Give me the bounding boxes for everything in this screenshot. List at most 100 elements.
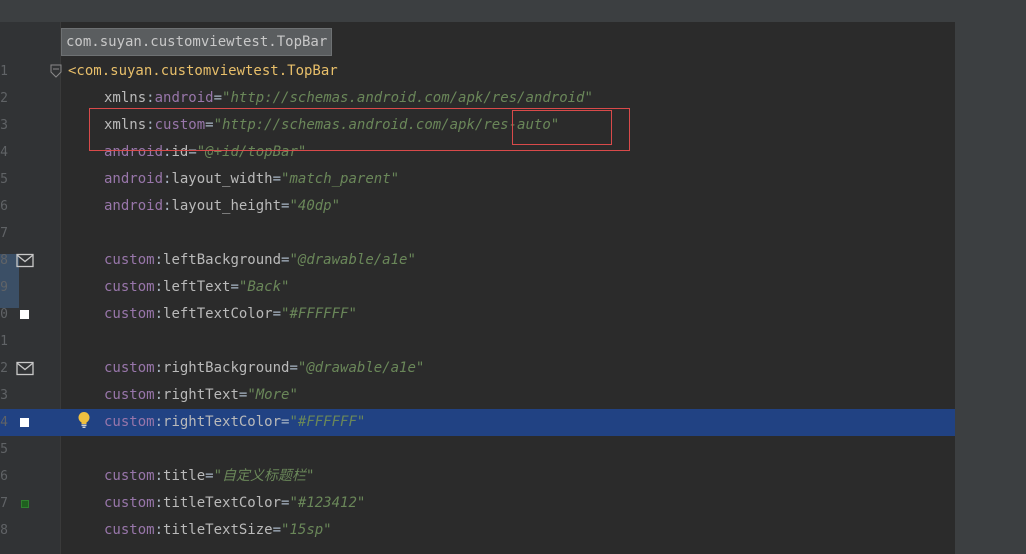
code-text: custom:rightTextColor="#FFFFFF": [104, 409, 365, 436]
title-bar: [0, 0, 1026, 22]
line-number: 8: [0, 253, 8, 268]
code-token: "自定义标题栏": [213, 468, 315, 484]
code-token: android: [104, 198, 164, 214]
code-token: android: [154, 90, 214, 106]
code-line[interactable]: 0 custom:leftTextColor="#FFFFFF": [0, 301, 955, 328]
code-token: "15sp": [281, 522, 332, 538]
line-number: 8: [0, 523, 8, 538]
code-token: =: [205, 468, 214, 484]
code-line[interactable]: 1 <com.suyan.customviewtest.TopBar: [0, 58, 955, 85]
code-token: custom: [104, 279, 155, 295]
right-panel-background: [955, 22, 1026, 554]
annotation-box-inner: [512, 110, 612, 145]
code-text: android:layout_height="40dp": [104, 193, 340, 220]
code-token: custom: [104, 360, 155, 376]
code-token: xmlns: [104, 90, 147, 106]
line-number: 3: [0, 388, 8, 403]
envelope-icon[interactable]: [16, 361, 34, 376]
code-token: custom: [104, 252, 155, 268]
code-token: :: [154, 252, 164, 268]
code-token: titleTextColor: [163, 495, 282, 511]
code-token: custom: [104, 414, 155, 430]
code-token: =: [289, 360, 298, 376]
code-token: :: [154, 279, 164, 295]
code-token: "@drawable/a1e": [289, 252, 416, 268]
code-line-current[interactable]: 4 custom:rightTextColor="#FFFFFF": [0, 409, 955, 436]
fold-toggle-icon[interactable]: [50, 64, 62, 78]
code-token: =: [213, 90, 223, 106]
line-number: 6: [0, 469, 8, 484]
code-token: rightTextColor: [163, 414, 282, 430]
code-text: <com.suyan.customviewtest.TopBar: [68, 58, 338, 85]
code-token: custom: [104, 495, 155, 511]
code-token: "#FFFFFF": [281, 306, 357, 322]
code-token: :: [154, 387, 164, 403]
code-token: "More": [247, 387, 298, 403]
line-number: 5: [0, 442, 8, 457]
code-token: "http://schemas.android.com/apk/res/andr…: [222, 90, 593, 106]
envelope-icon[interactable]: [16, 253, 34, 268]
code-line[interactable]: 9 custom:leftText="Back": [0, 274, 955, 301]
code-line[interactable]: 7: [0, 220, 955, 247]
color-swatch-icon[interactable]: [21, 500, 29, 508]
code-token: custom: [104, 306, 155, 322]
code-line[interactable]: 5: [0, 436, 955, 463]
line-number: 4: [0, 415, 8, 430]
code-token: =: [272, 522, 282, 538]
line-number: 9: [0, 280, 8, 295]
code-token: :: [154, 306, 164, 322]
code-token: "@drawable/a1e": [297, 360, 425, 376]
code-token: "#FFFFFF": [289, 414, 366, 430]
breadcrumb-label: com.suyan.customviewtest.TopBar: [66, 34, 328, 50]
code-editor[interactable]: 1 <com.suyan.customviewtest.TopBar 2 xmlns:…: [0, 22, 955, 554]
line-number: 3: [0, 118, 8, 133]
line-number: 7: [0, 496, 8, 511]
code-text: custom:leftBackground="@drawable/a1e": [104, 247, 416, 274]
code-token: custom: [104, 387, 155, 403]
code-line[interactable]: 7 custom:titleTextColor="#123412": [0, 490, 955, 517]
code-token: "#123412": [289, 495, 366, 511]
line-number: 4: [0, 145, 8, 160]
code-line[interactable]: 2 custom:rightBackground="@drawable/a1e": [0, 355, 955, 382]
code-token: custom: [104, 522, 155, 538]
code-line[interactable]: 6 android:layout_height="40dp": [0, 193, 955, 220]
color-swatch-icon[interactable]: [20, 310, 29, 319]
code-token: <com.suyan.customviewtest.TopBar: [68, 63, 338, 79]
code-token: :: [154, 360, 164, 376]
code-token: "Back": [238, 279, 290, 295]
code-text: custom:rightBackground="@drawable/a1e": [104, 355, 424, 382]
code-text: custom:rightText="More": [104, 382, 298, 409]
code-token: =: [272, 306, 282, 322]
color-swatch-icon[interactable]: [20, 418, 29, 427]
line-number: 7: [0, 226, 8, 241]
code-line[interactable]: 3 custom:rightText="More": [0, 382, 955, 409]
code-token: custom: [104, 468, 155, 484]
line-number: 2: [0, 91, 8, 106]
code-token: layout_height: [171, 198, 282, 214]
line-number: 1: [0, 64, 8, 79]
lightbulb-icon[interactable]: [77, 411, 91, 429]
code-text: custom:titleTextSize="15sp": [104, 517, 332, 544]
code-token: "match_parent": [281, 171, 400, 187]
code-token: :: [154, 468, 164, 484]
code-token: leftTextColor: [163, 306, 273, 322]
code-line[interactable]: 8 custom:leftBackground="@drawable/a1e": [0, 247, 955, 274]
code-token: rightBackground: [163, 360, 290, 376]
code-token: android: [104, 171, 164, 187]
line-number: 2: [0, 361, 8, 376]
line-number: 5: [0, 172, 8, 187]
code-token: =: [230, 279, 239, 295]
code-text: custom:leftTextColor="#FFFFFF": [104, 301, 357, 328]
breadcrumb[interactable]: com.suyan.customviewtest.TopBar: [61, 28, 333, 56]
code-token: =: [272, 171, 282, 187]
code-text: custom:title="自定义标题栏": [104, 463, 314, 490]
code-line[interactable]: 5 android:layout_width="match_parent": [0, 166, 955, 193]
line-number: 0: [0, 307, 8, 322]
code-line[interactable]: 1: [0, 328, 955, 355]
code-line[interactable]: 8 custom:titleTextSize="15sp": [0, 517, 955, 544]
code-token: leftText: [163, 279, 231, 295]
code-token: title: [163, 468, 206, 484]
code-line[interactable]: 6 custom:title="自定义标题栏": [0, 463, 955, 490]
code-text: android:layout_width="match_parent": [104, 166, 399, 193]
code-token: "40dp": [289, 198, 341, 214]
